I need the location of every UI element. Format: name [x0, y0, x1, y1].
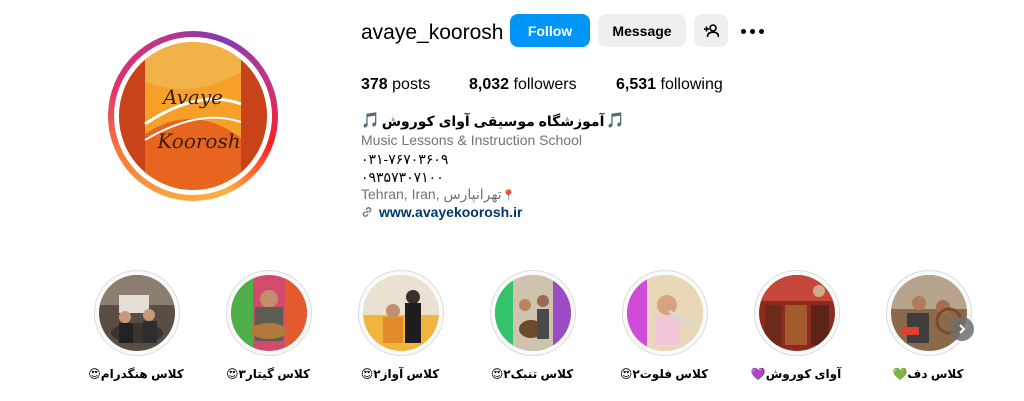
followers-link[interactable]: 8,032 followers: [469, 75, 577, 95]
highlight-label: کلاس تنبک۲😍: [490, 367, 574, 381]
highlight-label: آوای کوروش💜: [750, 367, 842, 381]
bio-full-name: 🎵 آموزشگاه موسیقی آوای کوروش 🎵: [361, 112, 625, 130]
posts-label: posts: [392, 76, 431, 93]
more-options-button[interactable]: [738, 20, 766, 42]
highlight-cover: [99, 275, 175, 351]
posts-number: 378: [361, 76, 388, 93]
highlight-label: کلاس گیتار۳😍: [225, 367, 310, 381]
highlight-item[interactable]: [622, 270, 708, 356]
bio-location-fa: تهرانپارس: [443, 186, 502, 202]
message-button[interactable]: Message: [598, 14, 686, 47]
highlight-cover: [231, 275, 307, 351]
avatar-text-top: Avaye: [161, 85, 223, 109]
followers-label: followers: [513, 76, 577, 93]
highlight-label: کلاس دف💚: [892, 367, 964, 381]
followers-number: 8,032: [469, 76, 510, 93]
link-icon: [362, 207, 372, 217]
bio-phone-1: ۰۳۱-۷۶۷۰۳۶۰۹: [361, 151, 449, 167]
bio-location: Tehran, Iran, تهرانپارس📍: [361, 185, 515, 205]
highlight-item[interactable]: [358, 270, 444, 356]
more-horizontal-icon: [758, 28, 764, 34]
bio-location-sep: ,: [435, 186, 440, 202]
following-number: 6,531: [616, 76, 657, 93]
highlight-item[interactable]: [226, 270, 312, 356]
bio-location-en: Tehran, Iran: [361, 186, 436, 202]
bio-name-text: آموزشگاه موسیقی آوای کوروش: [381, 113, 605, 129]
bio-phone-2: ۰۹۳۵۷۳۰۷۱۰۰: [361, 169, 444, 185]
highlight-cover: [363, 275, 439, 351]
avatar-text-bottom: Koorosh: [156, 129, 240, 153]
profile-avatar-ring[interactable]: Avaye Koorosh: [108, 31, 278, 201]
avatar-logo: Avaye Koorosh: [119, 42, 267, 190]
more-horizontal-icon: [740, 28, 746, 34]
following-label: following: [660, 76, 723, 93]
highlight-label: کلاس فلوت۲😍: [619, 367, 709, 381]
posts-count: 378 posts: [361, 75, 430, 95]
avatar-border: Avaye Koorosh: [114, 37, 272, 195]
chevron-right-icon: [959, 324, 966, 334]
highlight-label: کلاس آواز۲😍: [360, 367, 440, 381]
highlight-label: کلاس هنگدرام😍: [88, 367, 184, 381]
highlight-cover: [759, 275, 835, 351]
person-add-icon: [704, 23, 719, 37]
suggested-accounts-button[interactable]: [694, 14, 728, 47]
music-note-icon: 🎵: [606, 112, 626, 129]
bio-category: Music Lessons & Instruction School: [361, 132, 582, 148]
more-horizontal-icon: [749, 28, 755, 34]
highlight-cover: [627, 275, 703, 351]
location-pin-icon: 📍: [501, 190, 516, 202]
highlight-item[interactable]: [754, 270, 840, 356]
highlight-cover: [495, 275, 571, 351]
music-note-icon: 🎵: [361, 112, 380, 129]
profile-username: avaye_koorosh: [361, 21, 504, 44]
highlight-item[interactable]: [94, 270, 180, 356]
highlight-item[interactable]: [490, 270, 576, 356]
highlights-next-button[interactable]: [950, 317, 974, 341]
bio-website-text: www.avayekoorosh.ir: [379, 204, 523, 220]
bio-website-link[interactable]: www.avayekoorosh.ir: [361, 203, 522, 221]
follow-button[interactable]: Follow: [510, 14, 590, 47]
following-link[interactable]: 6,531 following: [616, 75, 723, 95]
avatar[interactable]: Avaye Koorosh: [119, 42, 267, 190]
highlight-item[interactable]: [886, 270, 972, 356]
